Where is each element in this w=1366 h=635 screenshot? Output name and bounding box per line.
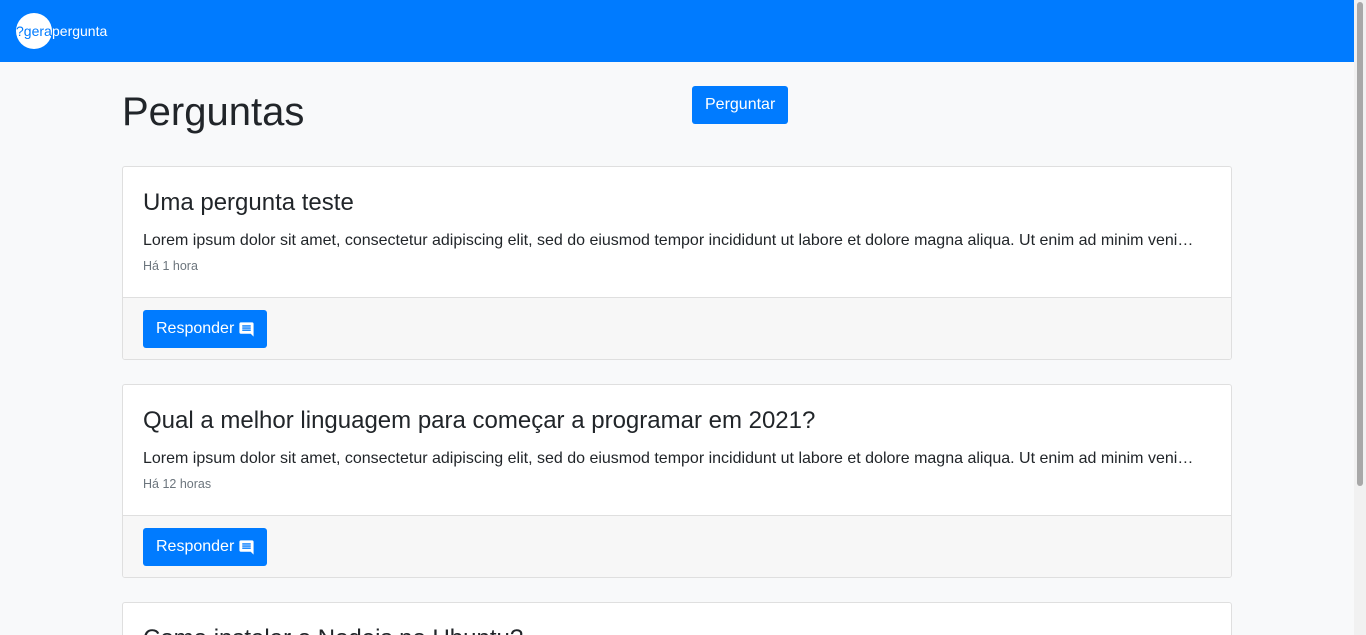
ask-button[interactable]: Perguntar	[692, 86, 789, 124]
question-card: Qual a melhor linguagem para começar a p…	[122, 384, 1232, 578]
reply-button-label: Responder	[156, 320, 235, 337]
question-time: Há 1 hora	[143, 259, 198, 273]
question-card-footer: Responder	[123, 515, 1231, 577]
comment-icon	[239, 539, 254, 555]
question-time: Há 12 horas	[143, 477, 212, 491]
brand-logo: ?gera	[16, 13, 52, 49]
question-text: Lorem ipsum dolor sit amet, consectetur …	[143, 232, 1201, 249]
question-title: Uma pergunta teste	[143, 189, 354, 216]
navbar: ?gera pergunta	[0, 0, 1354, 62]
page-title: Perguntas	[122, 90, 305, 134]
vertical-scrollbar[interactable]	[1354, 0, 1366, 635]
brand-link[interactable]: ?gera pergunta	[16, 13, 107, 49]
question-card: Uma pergunta teste Lorem ipsum dolor sit…	[122, 166, 1232, 360]
main-content: Perguntas Perguntar Uma pergunta teste L…	[122, 62, 1232, 635]
question-card-footer: Responder	[123, 297, 1231, 359]
brand-text: pergunta	[52, 23, 108, 39]
page-header: Perguntas Perguntar	[122, 62, 1232, 166]
question-card-body: Qual a melhor linguagem para começar a p…	[123, 385, 1231, 515]
question-card-body: Como instalar o Nodejs no Ubuntu?	[123, 603, 1231, 635]
question-title: Como instalar o Nodejs no Ubuntu?	[143, 623, 1211, 635]
reply-button[interactable]: Responder	[143, 310, 268, 348]
question-card: Como instalar o Nodejs no Ubuntu?	[122, 602, 1232, 635]
scrollbar-thumb[interactable]	[1357, 2, 1363, 486]
reply-button-label: Responder	[156, 538, 235, 555]
question-title: Qual a melhor linguagem para começar a p…	[143, 407, 816, 434]
reply-button[interactable]: Responder	[143, 528, 268, 566]
question-card-body: Uma pergunta teste Lorem ipsum dolor sit…	[123, 167, 1231, 297]
page: ?gera pergunta Perguntas Perguntar Uma p…	[0, 0, 1366, 635]
comment-icon	[239, 321, 254, 337]
question-text: Lorem ipsum dolor sit amet, consectetur …	[143, 450, 1201, 467]
